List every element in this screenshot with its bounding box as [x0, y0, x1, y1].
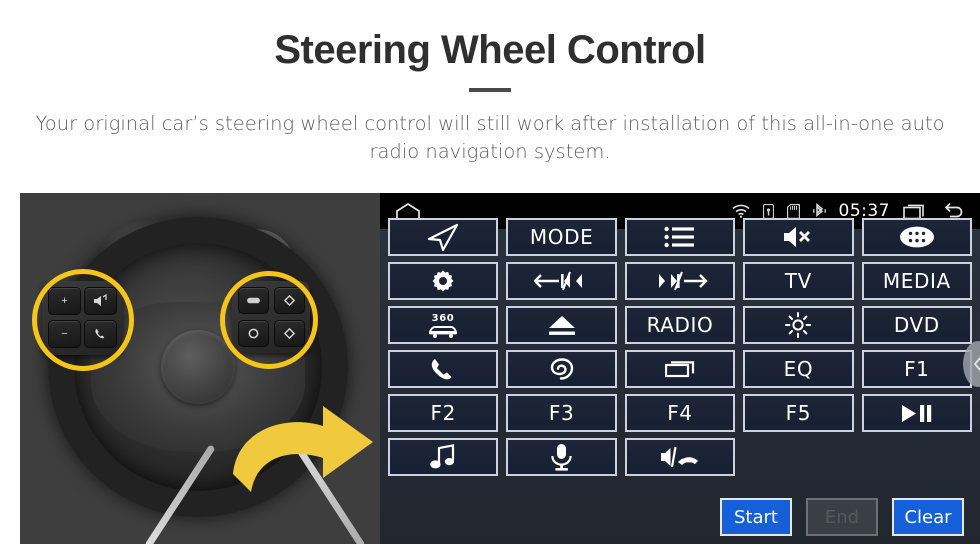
speaker-hangup-icon	[660, 446, 700, 468]
navigation-arrow-icon	[427, 222, 459, 252]
highlight-circle-left	[32, 269, 134, 371]
sdcard-icon	[786, 203, 800, 219]
brightness-icon	[785, 312, 812, 338]
clear-button[interactable]: Clear	[892, 498, 964, 536]
play-pause-icon	[901, 404, 932, 423]
button-f5[interactable]: F5	[743, 394, 854, 432]
previous-track-icon	[533, 271, 590, 291]
apps-grid-icon	[899, 226, 935, 248]
button-phone[interactable]	[388, 350, 499, 388]
button-label: MEDIA	[882, 269, 951, 293]
button-music[interactable]	[388, 438, 499, 476]
swirl-icon	[549, 357, 575, 381]
highlight-circle-right	[220, 271, 318, 369]
svg-text:360: 360	[432, 313, 455, 324]
microphone-icon	[549, 443, 575, 471]
music-note-icon	[429, 444, 457, 470]
360-camera-icon: 360	[427, 312, 459, 339]
next-track-icon	[651, 271, 709, 291]
button-dvd[interactable]: DVD	[861, 306, 972, 344]
button-apps[interactable]	[861, 218, 972, 256]
header: Steering Wheel Control Your original car…	[0, 0, 980, 167]
footer-buttons: Start End Clear	[720, 498, 964, 536]
button-label: TV	[784, 269, 812, 293]
button-next[interactable]	[624, 262, 736, 300]
start-button[interactable]: Start	[720, 498, 792, 536]
page-title: Steering Wheel Control	[274, 28, 706, 72]
button-label: F2	[430, 401, 456, 425]
button-media[interactable]: MEDIA	[861, 262, 972, 300]
phone-icon	[430, 357, 456, 381]
title-divider	[469, 88, 511, 92]
button-power[interactable]	[388, 262, 499, 300]
list-icon	[664, 226, 696, 248]
button-brightness[interactable]	[743, 306, 854, 344]
button-previous[interactable]	[506, 262, 617, 300]
end-button: End	[806, 498, 878, 536]
steering-wheel-photo: + −	[20, 193, 380, 544]
power-gear-icon	[429, 269, 457, 293]
button-window[interactable]	[624, 350, 736, 388]
button-label: F5	[785, 401, 812, 425]
button-label: MODE	[529, 225, 594, 249]
button-camera-360[interactable]: 360	[388, 306, 499, 344]
button-radio[interactable]: RADIO	[624, 306, 736, 344]
button-play-pause[interactable]	[861, 394, 972, 432]
button-microphone[interactable]	[506, 438, 617, 476]
button-speaker-hangup[interactable]	[624, 438, 736, 476]
button-list[interactable]	[624, 218, 736, 256]
content-area: + − 05:37 MODE TV MEDIA 360 RADIO DVD EQ…	[0, 193, 980, 544]
button-label: DVD	[893, 313, 940, 337]
button-eq[interactable]: EQ	[743, 350, 854, 388]
control-button-grid: MODE TV MEDIA 360 RADIO DVD EQ F1 F2 F3 F4 F5	[388, 218, 972, 476]
button-f3[interactable]: F3	[506, 394, 617, 432]
head-unit-panel: 05:37 MODE TV MEDIA 360 RADIO DVD EQ F1 …	[380, 193, 980, 544]
button-navigation[interactable]	[388, 218, 499, 256]
button-f2[interactable]: F2	[388, 394, 499, 432]
button-swirl[interactable]	[506, 350, 617, 388]
bluetooth-icon	[812, 203, 826, 219]
eject-icon	[548, 314, 576, 336]
button-label: F3	[548, 401, 575, 425]
button-label: EQ	[783, 357, 814, 381]
page-root: Steering Wheel Control Your original car…	[0, 0, 980, 544]
button-tv[interactable]: TV	[743, 262, 854, 300]
window-icon	[664, 360, 695, 378]
grid-cell-empty-2	[862, 438, 972, 476]
button-label: F1	[904, 357, 930, 381]
button-mute[interactable]	[743, 218, 854, 256]
button-label: F4	[667, 401, 693, 425]
usb-lock-icon	[762, 203, 774, 219]
button-f4[interactable]: F4	[624, 394, 736, 432]
button-eject[interactable]	[506, 306, 617, 344]
button-f1[interactable]: F1	[861, 350, 972, 388]
mute-icon	[783, 225, 813, 249]
button-mode[interactable]: MODE	[506, 218, 617, 256]
page-subtitle: Your original car’s steering wheel contr…	[35, 112, 945, 164]
wifi-icon	[731, 204, 750, 218]
button-label: RADIO	[646, 313, 714, 337]
grid-cell-empty-1	[743, 438, 853, 476]
